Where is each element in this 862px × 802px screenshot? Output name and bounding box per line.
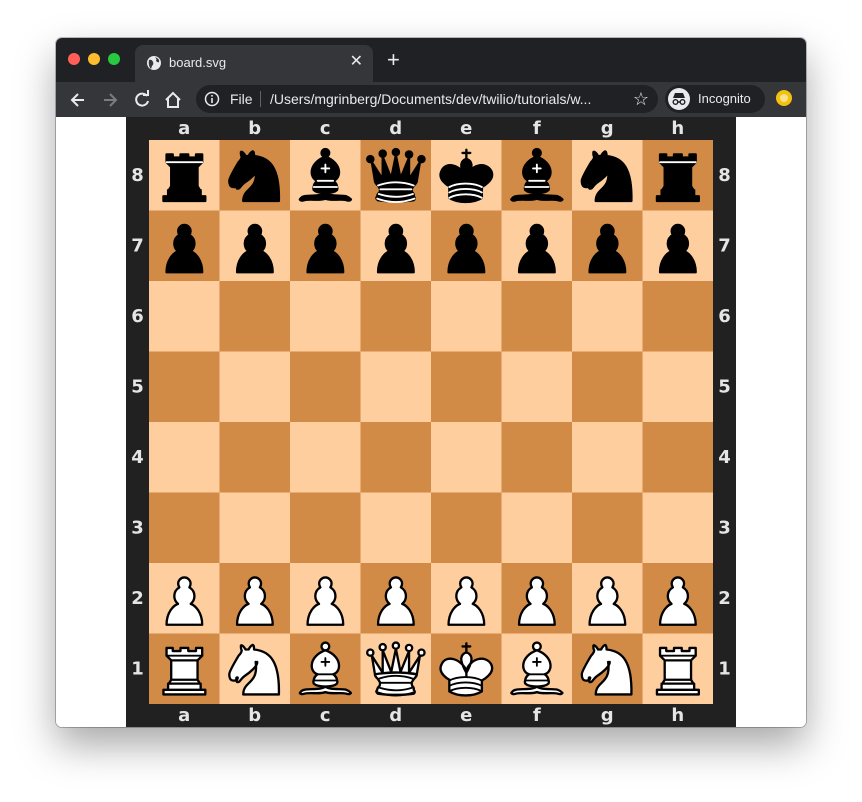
incognito-icon [668, 88, 690, 110]
rank-label-right-4: 4 [718, 447, 731, 468]
square-b5[interactable] [219, 351, 291, 423]
square-a6[interactable] [149, 281, 220, 352]
tab-board-svg[interactable]: board.svg ✕ [135, 45, 373, 82]
file-label-top-c: c [320, 118, 331, 139]
reload-icon[interactable] [132, 90, 152, 110]
square-c6[interactable] [290, 281, 361, 352]
square-h4[interactable] [642, 422, 714, 493]
square-f4[interactable] [501, 422, 573, 493]
file-label-top-b: b [248, 118, 261, 139]
square-f6[interactable] [501, 281, 573, 352]
square-h3[interactable] [642, 492, 714, 564]
url-text[interactable]: /Users/mgrinberg/Documents/dev/twilio/tu… [270, 91, 591, 107]
minimize-window-button[interactable] [88, 53, 100, 65]
extension-icon[interactable] [776, 90, 792, 106]
square-d5[interactable] [360, 351, 432, 423]
square-g6[interactable] [572, 281, 643, 352]
rank-label-left-1: 1 [131, 658, 144, 679]
file-label-bottom-a: a [178, 705, 190, 726]
rank-label-right-6: 6 [718, 306, 731, 327]
square-f5[interactable] [501, 351, 573, 423]
file-label-bottom-h: h [671, 705, 684, 726]
square-a4[interactable] [149, 422, 220, 493]
back-arrow-icon[interactable] [68, 90, 88, 110]
square-f3[interactable] [501, 492, 573, 564]
square-e3[interactable] [431, 492, 502, 564]
zoom-window-button[interactable] [108, 53, 120, 65]
rank-label-right-5: 5 [718, 376, 731, 397]
rank-label-right-1: 1 [718, 658, 731, 679]
file-label-bottom-e: e [460, 705, 472, 726]
rank-label-left-4: 4 [131, 447, 144, 468]
square-g3[interactable] [572, 492, 643, 564]
info-icon[interactable] [204, 91, 220, 107]
file-label-bottom-g: g [601, 705, 614, 726]
file-label-bottom-c: c [320, 705, 331, 726]
rank-label-left-3: 3 [131, 517, 144, 538]
square-e6[interactable] [431, 281, 502, 352]
rank-label-right-3: 3 [718, 517, 731, 538]
address-divider [260, 91, 261, 107]
bookmark-star-icon[interactable]: ☆ [633, 89, 649, 110]
home-icon[interactable] [163, 90, 183, 110]
square-d3[interactable] [360, 492, 432, 564]
square-c5[interactable] [290, 351, 361, 423]
square-a3[interactable] [149, 492, 220, 564]
square-c3[interactable] [290, 492, 361, 564]
square-a5[interactable] [149, 351, 220, 423]
file-label-top-a: a [178, 118, 190, 139]
new-tab-button[interactable]: + [387, 49, 400, 71]
file-label-top-d: d [389, 118, 402, 139]
incognito-label: Incognito [698, 91, 751, 106]
address-bar[interactable]: File /Users/mgrinberg/Documents/dev/twil… [196, 85, 658, 113]
square-e5[interactable] [431, 351, 502, 423]
square-d4[interactable] [360, 422, 432, 493]
square-g5[interactable] [572, 351, 643, 423]
browser-window: board.svg ✕ + File /Users/mgrinberg/Docu… [56, 38, 806, 727]
square-h6[interactable] [642, 281, 714, 352]
rank-label-left-5: 5 [131, 376, 144, 397]
incognito-profile-button[interactable]: Incognito [665, 85, 765, 113]
tab-bar: board.svg ✕ + [56, 38, 806, 82]
square-c4[interactable] [290, 422, 361, 493]
file-label-top-g: g [601, 118, 614, 139]
page-viewport: a a b b c c d d e e f f g g h h 8 8 7 7 6 6 5 5 4 4 3 3 2 2 1 1 [56, 117, 806, 727]
file-label-top-f: f [533, 118, 541, 139]
square-b4[interactable] [219, 422, 291, 493]
rank-label-right-2: 2 [718, 588, 731, 609]
square-b3[interactable] [219, 492, 291, 564]
square-d6[interactable] [360, 281, 432, 352]
file-label-bottom-f: f [533, 705, 541, 726]
close-icon[interactable]: ✕ [350, 52, 363, 72]
rank-label-left-2: 2 [131, 588, 144, 609]
square-g4[interactable] [572, 422, 643, 493]
square-b6[interactable] [219, 281, 291, 352]
rank-label-left-6: 6 [131, 306, 144, 327]
scheme-label: File [230, 91, 253, 107]
rank-label-right-8: 8 [718, 165, 731, 186]
file-label-top-e: e [460, 118, 472, 139]
chess-board: a a b b c c d d e e f f g g h h 8 8 7 7 6 6 5 5 4 4 3 3 2 2 1 1 [126, 117, 736, 727]
square-e4[interactable] [431, 422, 502, 493]
tab-title: board.svg [169, 55, 227, 70]
rank-label-left-8: 8 [131, 165, 144, 186]
browser-toolbar: File /Users/mgrinberg/Documents/dev/twil… [56, 82, 806, 117]
file-label-bottom-d: d [389, 705, 402, 726]
rank-label-right-7: 7 [718, 235, 731, 256]
square-h5[interactable] [642, 351, 714, 423]
rank-label-left-7: 7 [131, 235, 144, 256]
file-label-top-h: h [671, 118, 684, 139]
globe-icon [147, 56, 161, 70]
file-label-bottom-b: b [248, 705, 261, 726]
forward-arrow-icon[interactable] [100, 90, 120, 110]
close-window-button[interactable] [68, 53, 80, 65]
